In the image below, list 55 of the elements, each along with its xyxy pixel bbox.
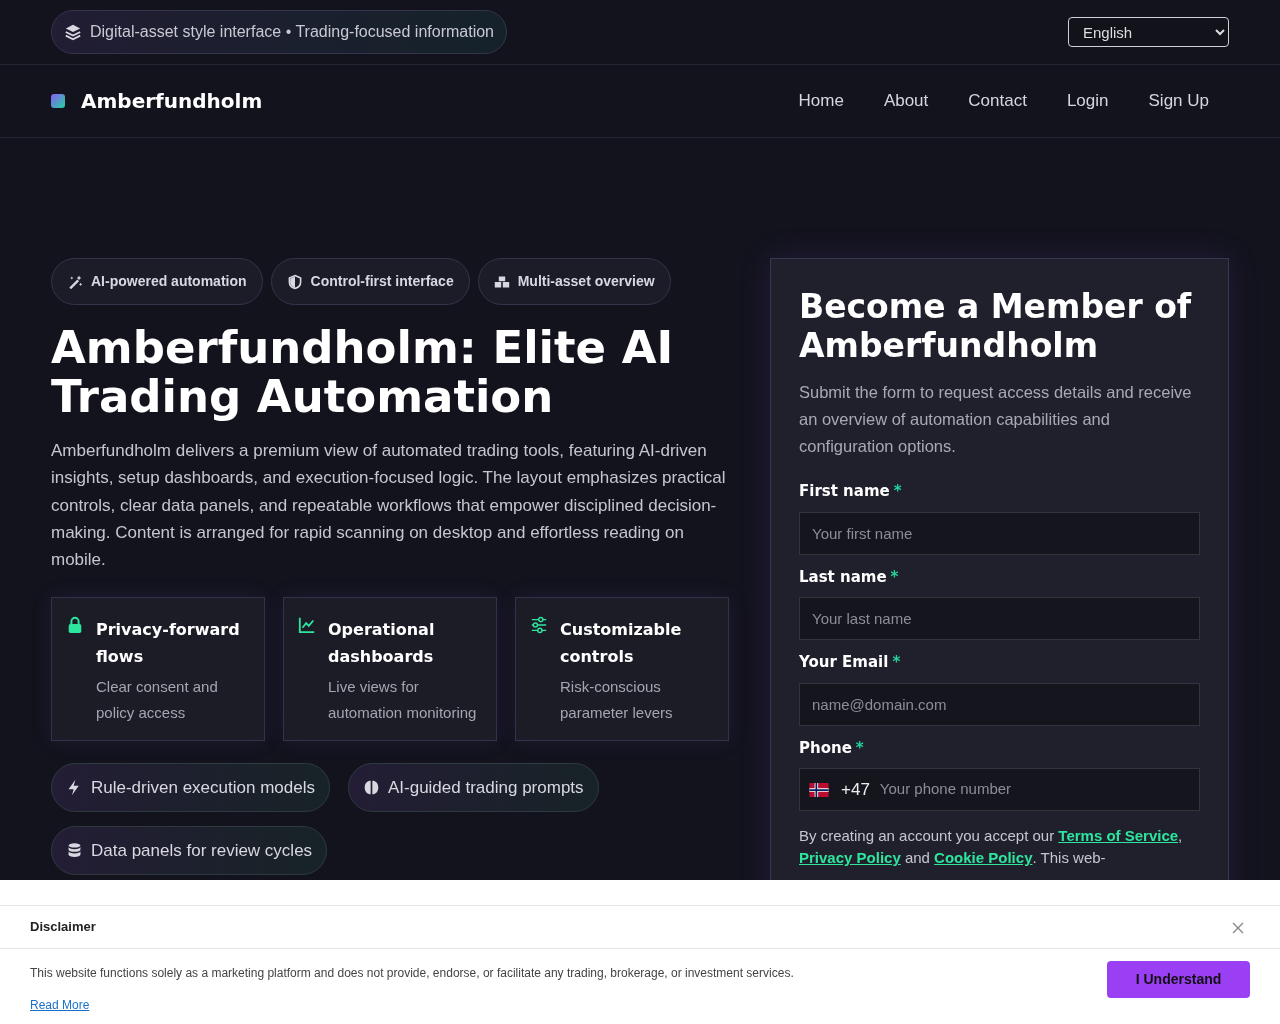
nav-link[interactable]: Home <box>778 82 864 120</box>
feature-text: Risk-conscious parameter levers <box>560 677 674 724</box>
lock-icon <box>66 616 84 635</box>
nav-link[interactable]: Sign Up <box>1128 82 1229 120</box>
field-label: Last name <box>799 566 887 588</box>
nav-link[interactable]: Contact <box>948 82 1047 120</box>
input-field[interactable]: name@domain.com <box>799 682 1200 726</box>
notice-text: Digital-asset style interface • Trading-focused information <box>90 22 494 42</box>
flag-icon <box>809 782 829 797</box>
nav-link[interactable]: About <box>863 82 949 120</box>
feature-title: Operational dashboards <box>328 619 436 669</box>
consent-text: By creating an account you accept our Terms of Service, Privacy Policy and Cookie Policy. This web- <box>799 826 1184 868</box>
policy-link[interactable]: Terms of Service <box>1058 827 1179 844</box>
hero-description: Amberfundholm delivers a premium view of automated trading tools, featuring AI-driven insights, setup dashboards, and execution-focused logic. The layout emphasizes practical controls, clear data panels, and repeatable workflows that empower disciplined decision-making. Content is arranged for rapid scanning on desktop and effortless reading on mobile. <box>51 440 727 572</box>
read-more-link[interactable]: Read More <box>30 996 90 1014</box>
nav-link[interactable]: Login <box>1046 82 1129 120</box>
dial-code: +47 <box>841 778 870 801</box>
input-field[interactable]: Your last name <box>799 597 1200 640</box>
input-field[interactable]: Your first name <box>799 511 1200 555</box>
line-chart-icon <box>298 616 316 635</box>
field-label: Phone <box>799 737 852 759</box>
chip-label: Control-first interface <box>310 272 454 291</box>
phone-field[interactable]: +47 Your phone number <box>799 768 1200 811</box>
feature-title: Customizable controls <box>560 619 683 669</box>
required-mark: * <box>855 737 864 759</box>
cubes-icon <box>493 273 510 290</box>
database-icon <box>66 842 83 860</box>
language-select[interactable]: English <box>1068 17 1229 47</box>
chip-label: AI-powered automation <box>91 272 247 291</box>
form-subtitle: Submit the form to request access details and receive an overview of automation capabilities and configuration options. <box>799 382 1193 457</box>
sliders-icon <box>530 616 548 635</box>
form-title: Become a Member of Amberfundholm <box>799 287 1193 365</box>
required-mark: * <box>890 566 899 588</box>
required-mark: * <box>892 652 901 673</box>
policy-link[interactable]: Cookie Policy <box>934 849 1033 866</box>
required-mark: * <box>893 481 902 502</box>
field-label: First name <box>799 481 890 502</box>
policy-link[interactable]: Privacy Policy <box>799 849 901 866</box>
logo-icon <box>51 94 65 108</box>
pill-label: Rule-driven execution models <box>91 777 315 800</box>
disclaimer-text: This website functions solely as a marketing platform and does not provide, endorse, or facilitate any trading, brokerage, or investment services. <box>30 965 794 982</box>
pill-label: Data panels for review cycles <box>91 840 313 863</box>
understand-button[interactable]: I Understand <box>1107 961 1250 998</box>
feature-text: Clear consent and policy access <box>96 677 219 724</box>
brand-link[interactable]: Amberfundholm <box>81 86 263 116</box>
layers-icon <box>64 23 82 41</box>
pill-label: AI-guided trading prompts <box>387 777 584 800</box>
field-label: Your Email <box>799 652 889 673</box>
feature-title: Privacy-forward flows <box>96 619 241 669</box>
chip-label: Multi-asset overview <box>517 272 655 291</box>
disclaimer-title: Disclaimer <box>30 918 96 937</box>
shield-icon <box>286 273 303 290</box>
phone-input[interactable]: Your phone number <box>877 777 1190 802</box>
feature-text: Live views for automation monitoring <box>328 677 478 724</box>
hero-title: Amberfundholm: Elite AI Trading Automation <box>51 323 675 421</box>
